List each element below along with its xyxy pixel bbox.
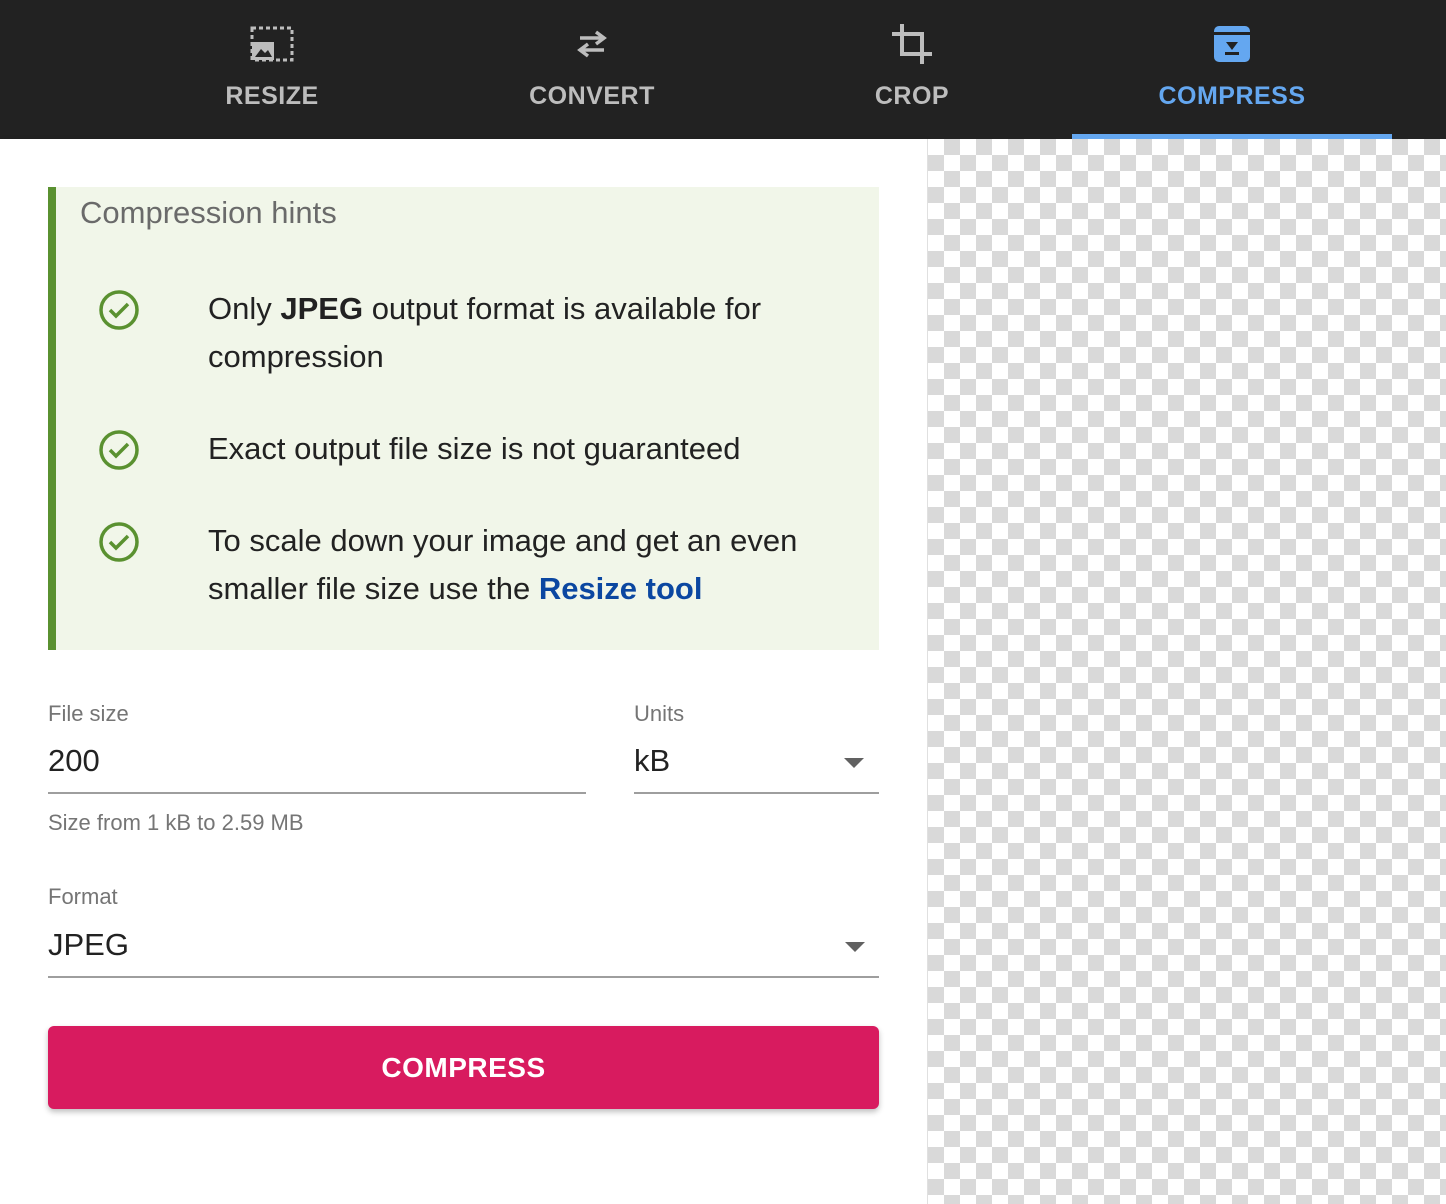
tab-crop-label: CROP [874,82,950,110]
tab-convert[interactable]: CONVERT [432,0,752,139]
units-select[interactable]: kB [634,743,670,779]
compress-options-panel: Compression hints Only JPEG output forma… [0,139,927,1204]
tab-compress[interactable]: COMPRESS [1072,0,1392,139]
top-navigation: RESIZE CONVERT CROP COMPRESS [0,0,1446,139]
file-size-input[interactable]: 200 [48,743,100,779]
file-size-label: File size [48,701,129,726]
format-label: Format [48,884,118,909]
compress-button[interactable]: COMPRESS [48,1026,879,1109]
check-circle-icon [99,430,139,470]
check-circle-icon [99,522,139,562]
resize-tool-link[interactable]: Resize tool [539,571,703,606]
compression-hints: Compression hints Only JPEG output forma… [48,187,879,650]
hint-text: Only JPEG output format is available for… [208,291,762,374]
swap-arrows-icon [577,30,607,58]
image-resize-icon [250,26,294,62]
file-size-helper: Size from 1 kB to 2.59 MB [48,810,304,835]
tab-resize[interactable]: RESIZE [112,0,432,139]
tab-convert-label: CONVERT [529,82,655,110]
chevron-down-icon[interactable] [845,942,865,952]
tab-compress-label: COMPRESS [1158,82,1306,110]
units-underline [634,792,879,794]
crop-icon [892,24,932,64]
file-size-underline [48,792,586,794]
check-circle-icon [99,290,139,330]
tab-resize-label: RESIZE [225,82,319,110]
archive-download-icon [1214,26,1250,62]
chevron-down-icon[interactable] [844,758,864,768]
hint-text: Exact output file size is not guaranteed [208,431,741,466]
tab-crop[interactable]: CROP [752,0,1072,139]
format-select[interactable]: JPEG [48,927,129,963]
units-label: Units [634,701,685,726]
hint-text: To scale down your image and get an even… [208,523,798,606]
format-underline [48,976,879,978]
hints-title: Compression hints [80,195,337,230]
image-preview-area [927,139,1446,1204]
